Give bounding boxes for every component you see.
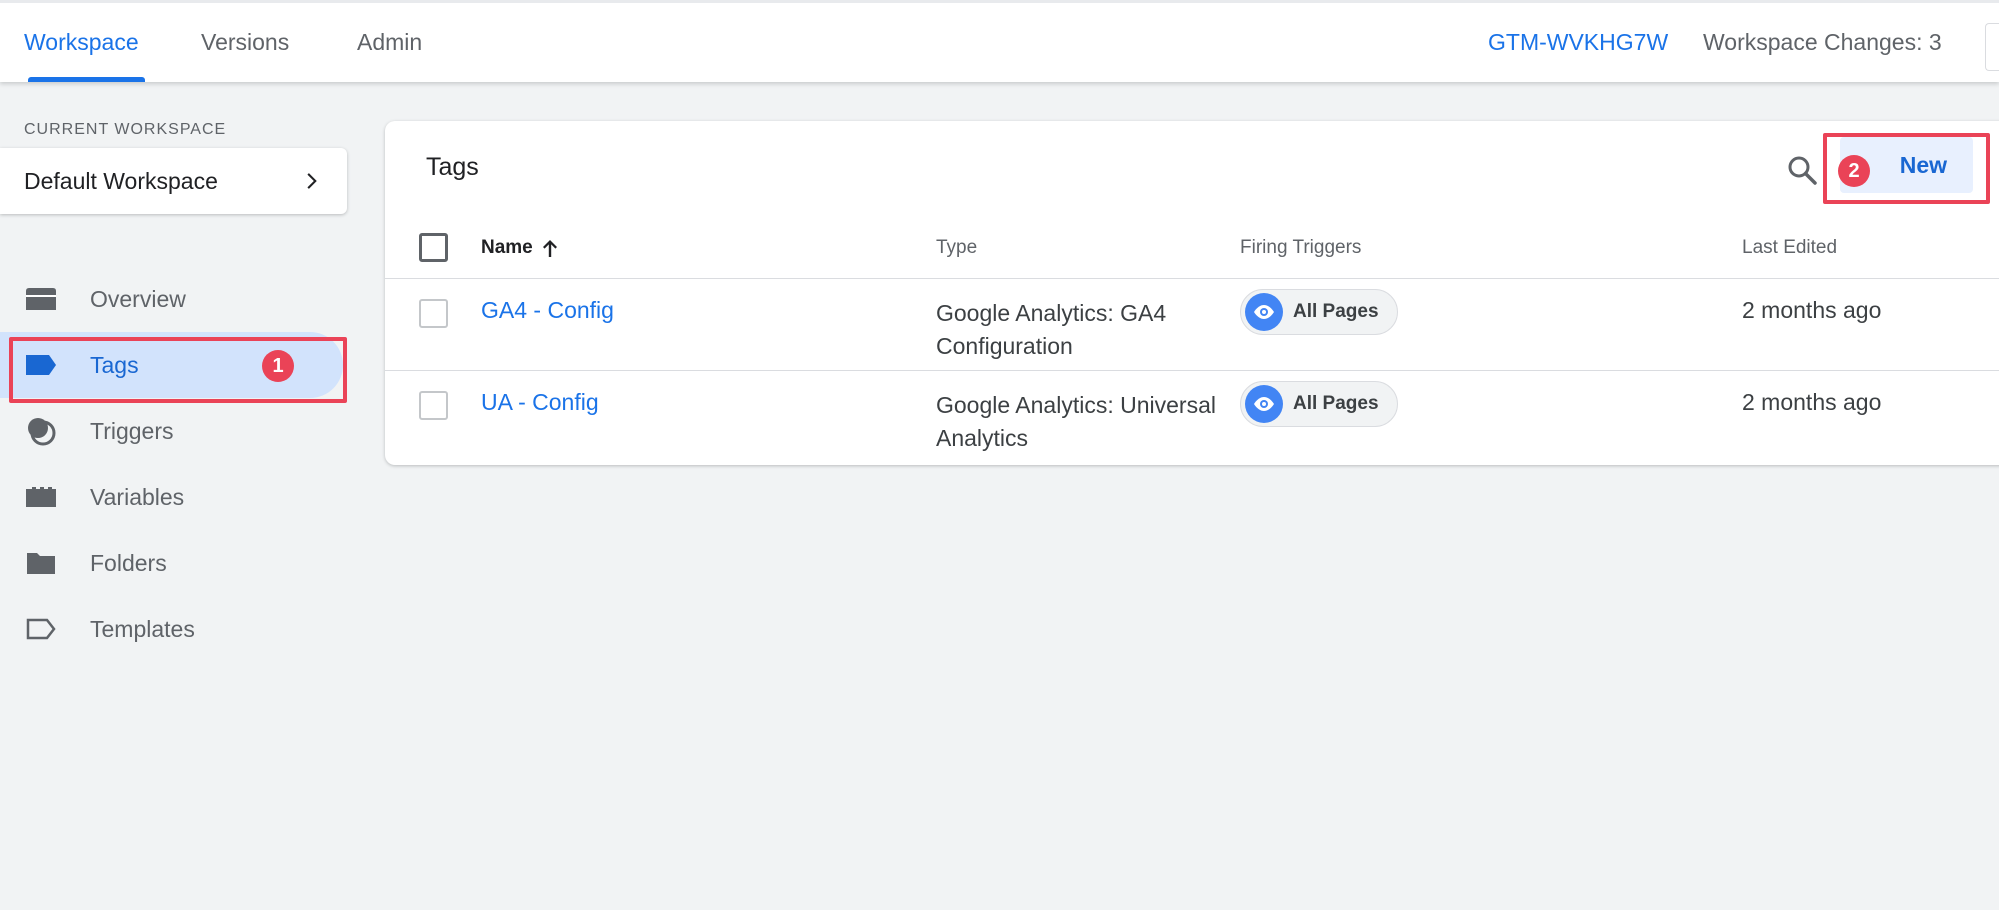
trigger-chip[interactable]: All Pages	[1240, 289, 1398, 335]
column-header-type[interactable]: Type	[936, 217, 977, 279]
column-header-firing-triggers[interactable]: Firing Triggers	[1240, 217, 1361, 279]
column-header-name[interactable]: Name	[481, 217, 559, 279]
annotation-badge-2: 2	[1838, 155, 1870, 187]
sidebar-item-variables[interactable]: Variables	[0, 464, 347, 530]
page-title: Tags	[426, 153, 479, 181]
tag-name-link[interactable]: GA4 - Config	[481, 297, 614, 324]
tag-type: Google Analytics: Universal Analytics	[936, 392, 1216, 451]
tab-admin-label: Admin	[357, 29, 423, 55]
variables-icon	[24, 480, 58, 514]
search-icon	[1788, 156, 1817, 185]
arrow-up-icon	[542, 240, 557, 257]
tab-admin[interactable]: Admin	[357, 3, 422, 82]
last-edited: 2 months ago	[1742, 297, 1882, 323]
tags-card: Tags New Name Type Firing Triggers Last …	[385, 121, 1999, 465]
tag-name-link[interactable]: UA - Config	[481, 389, 599, 416]
sidebar-item-triggers[interactable]: Triggers	[0, 398, 347, 464]
template-icon	[24, 612, 58, 646]
top-bar: Workspace Versions Admin GTM-WVKHG7W Wor…	[0, 0, 1999, 82]
table-row: UA - Config Google Analytics: Universal …	[385, 371, 1999, 463]
container-id-link[interactable]: GTM-WVKHG7W	[1488, 3, 1668, 82]
eye-icon	[1245, 293, 1283, 331]
workspace-changes-count: Workspace Changes: 3	[1703, 29, 1942, 55]
trigger-chip-label: All Pages	[1293, 393, 1379, 414]
tab-workspace[interactable]: Workspace	[24, 3, 145, 82]
preview-button[interactable]	[1985, 23, 1999, 71]
active-tab-indicator	[28, 77, 145, 82]
table-header: Name Type Firing Triggers Last Edited	[385, 217, 1999, 279]
sidebar-item-label: Variables	[90, 483, 185, 510]
chevron-right-icon	[307, 173, 317, 189]
tab-versions-label: Versions	[201, 29, 290, 55]
sidebar-item-folders[interactable]: Folders	[0, 530, 347, 596]
last-edited: 2 months ago	[1742, 389, 1882, 415]
table-row: GA4 - Config Google Analytics: GA4 Confi…	[385, 279, 1999, 371]
row-checkbox[interactable]	[419, 299, 448, 328]
annotation-badge-1: 1	[262, 350, 294, 382]
new-button-label: New	[1899, 151, 1947, 178]
tag-icon	[24, 348, 58, 382]
workspace-name: Default Workspace	[24, 167, 218, 194]
tag-type: Google Analytics: GA4 Configuration	[936, 300, 1167, 359]
trigger-chip-label: All Pages	[1293, 301, 1379, 322]
row-checkbox[interactable]	[419, 391, 448, 420]
column-name-label: Name	[481, 237, 533, 258]
sidebar-item-label: Folders	[90, 549, 167, 576]
tab-versions[interactable]: Versions	[201, 3, 289, 82]
tab-workspace-label: Workspace	[24, 29, 139, 55]
trigger-icon	[24, 414, 58, 448]
sidebar-item-label: Tags	[90, 351, 139, 378]
overview-icon	[24, 282, 58, 316]
trigger-chip[interactable]: All Pages	[1240, 381, 1398, 427]
select-all-checkbox[interactable]	[419, 233, 448, 262]
sidebar-item-overview[interactable]: Overview	[0, 266, 347, 332]
sidebar-item-label: Triggers	[90, 417, 174, 444]
workspace-selector[interactable]: Default Workspace	[0, 148, 347, 214]
sidebar-item-label: Templates	[90, 615, 195, 642]
current-workspace-label: CURRENT WORKSPACE	[24, 121, 227, 138]
sidebar-item-templates[interactable]: Templates	[0, 596, 347, 662]
eye-icon	[1245, 385, 1283, 423]
folder-icon	[24, 546, 58, 580]
sidebar-item-label: Overview	[90, 285, 186, 312]
search-button[interactable]	[1778, 146, 1826, 194]
column-header-last-edited[interactable]: Last Edited	[1742, 217, 1837, 279]
